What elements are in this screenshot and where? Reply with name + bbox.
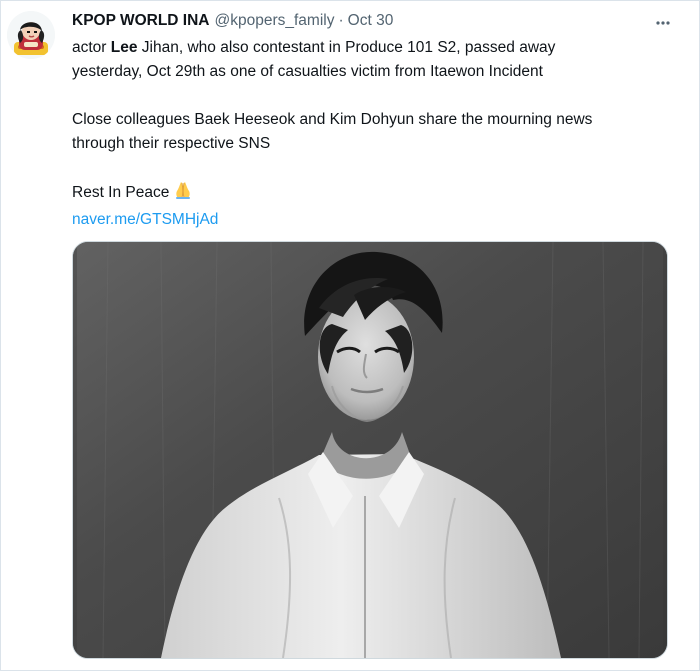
tweet-header: KPOP WORLD INA @kpopers_family · Oct 30 (72, 9, 668, 33)
tweet-text-suffix: Jihan, who also contestant in Produce 10… (137, 39, 556, 56)
tweet-card[interactable]: KPOP WORLD INA @kpopers_family · Oct 30 … (0, 0, 700, 671)
tweet-line-2: yesterday, Oct 29th as one of casualties… (72, 63, 543, 80)
tweet-line-1: actor Lee Jihan, who also contestant in … (72, 36, 668, 60)
author-handle[interactable]: @kpopers_family (215, 9, 335, 33)
tweet-timestamp[interactable]: Oct 30 (348, 9, 394, 33)
tweet-link[interactable]: naver.me/GTSMHjAd (72, 211, 218, 228)
tweet-link-line: naver.me/GTSMHjAd (72, 208, 668, 232)
tweet-photo[interactable] (72, 241, 668, 659)
tweet-line-3: Close colleagues Baek Heeseok and Kim Do… (72, 111, 593, 128)
more-options-button[interactable] (646, 9, 680, 37)
more-options-icon (656, 21, 670, 25)
tweet-content: KPOP WORLD INA @kpopers_family · Oct 30 … (72, 9, 670, 232)
tweet-line-5: Rest In Peace (72, 180, 668, 208)
avatar-icon (7, 11, 55, 59)
tweet-text-prefix: actor (72, 39, 111, 56)
author-name[interactable]: KPOP WORLD INA (72, 9, 210, 33)
tweet-line-4: through their respective SNS (72, 135, 271, 152)
separator-dot: · (338, 12, 344, 29)
tweet-body: actor Lee Jihan, who also contestant in … (72, 36, 668, 232)
portrait-photo (73, 242, 667, 658)
avatar[interactable] (7, 11, 55, 59)
tweet-text-bold-name: Lee (110, 39, 138, 56)
folded-hands-icon (172, 180, 194, 208)
rest-in-peace-text: Rest In Peace (72, 184, 170, 201)
